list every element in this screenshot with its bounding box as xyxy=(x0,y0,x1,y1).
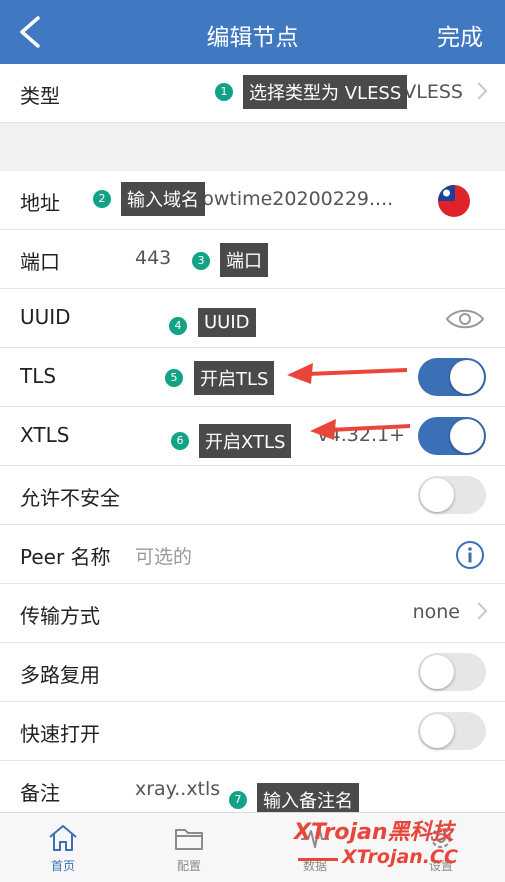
page-title: 编辑节点 xyxy=(206,25,299,51)
insecure-label: 允许不安全 xyxy=(20,486,120,510)
chevron-right-icon xyxy=(470,82,488,100)
annotation-note: 开启TLS xyxy=(194,361,275,395)
section-gap xyxy=(0,123,505,167)
fastopen-label: 快速打开 xyxy=(20,722,100,746)
remark-label: 备注 xyxy=(20,781,60,805)
tab-home[interactable]: 首页 xyxy=(0,813,126,882)
xtls-toggle[interactable] xyxy=(418,417,486,455)
info-icon[interactable] xyxy=(455,540,485,570)
transport-label: 传输方式 xyxy=(20,604,100,628)
peer-label: Peer 名称 xyxy=(20,545,111,569)
transport-row[interactable]: 传输方式 none xyxy=(0,584,505,643)
peer-input[interactable]: 可选的 xyxy=(135,542,192,569)
chevron-right-icon xyxy=(470,602,488,620)
watermark-line2: XTrojan.CC xyxy=(342,846,458,868)
mux-row: 多路复用 xyxy=(0,643,505,702)
eye-icon[interactable] xyxy=(445,307,485,331)
watermark-underline xyxy=(298,858,338,861)
annotation-note: 输入域名 xyxy=(121,182,205,216)
fastopen-toggle[interactable] xyxy=(418,712,486,750)
address-row[interactable]: 地址 xray.showtime20200229.... xyxy=(0,171,505,230)
annotation-badge: 1 xyxy=(215,83,233,101)
tab-config[interactable]: 配置 xyxy=(126,813,252,882)
annotation-note: 选择类型为 VLESS xyxy=(243,75,408,109)
annotation-badge: 2 xyxy=(93,190,111,208)
tls-toggle[interactable] xyxy=(418,358,486,396)
mux-toggle[interactable] xyxy=(418,653,486,691)
uuid-label: UUID xyxy=(20,305,71,329)
annotation-note: UUID xyxy=(198,308,256,337)
remark-row[interactable]: 备注 xray..xtls xyxy=(0,761,505,812)
insecure-row: 允许不安全 xyxy=(0,466,505,525)
insecure-toggle[interactable] xyxy=(418,476,486,514)
xtls-label: XTLS xyxy=(20,423,70,447)
tab-label: 配置 xyxy=(176,859,201,873)
red-arrow-icon xyxy=(287,363,408,384)
toggle-knob xyxy=(420,714,454,748)
nav-bar: 编辑节点 完成 xyxy=(0,0,505,64)
fastopen-row: 快速打开 xyxy=(0,702,505,761)
toggle-knob xyxy=(450,360,484,394)
address-label: 地址 xyxy=(20,191,60,215)
folder-icon xyxy=(175,829,203,850)
transport-value: none xyxy=(412,601,460,623)
annotation-note: 端口 xyxy=(220,243,268,277)
port-label: 端口 xyxy=(20,250,60,274)
watermark-line1: XTrojan黑科技 xyxy=(294,820,454,845)
annotation-badge: 6 xyxy=(171,432,189,450)
annotation-note: 开启XTLS xyxy=(199,424,292,458)
annotation-badge: 4 xyxy=(169,317,187,335)
toggle-knob xyxy=(420,655,454,689)
type-value: VLESS xyxy=(403,81,463,103)
remark-value[interactable]: xray..xtls xyxy=(135,778,220,800)
peer-row[interactable]: Peer 名称 可选的 xyxy=(0,525,505,584)
done-button[interactable]: 完成 xyxy=(437,18,483,52)
toggle-knob xyxy=(450,419,484,453)
annotation-badge: 3 xyxy=(192,252,210,270)
red-arrow-icon xyxy=(310,419,411,440)
annotation-badge: 5 xyxy=(165,369,183,387)
taiwan-flag-icon xyxy=(438,185,470,217)
toggle-knob xyxy=(420,478,454,512)
home-icon xyxy=(49,825,77,851)
type-label: 类型 xyxy=(20,84,60,108)
port-value[interactable]: 443 xyxy=(135,247,171,269)
annotation-badge: 7 xyxy=(229,791,247,809)
mux-label: 多路复用 xyxy=(20,663,100,687)
tab-label: 首页 xyxy=(50,859,75,873)
tls-label: TLS xyxy=(20,364,57,388)
